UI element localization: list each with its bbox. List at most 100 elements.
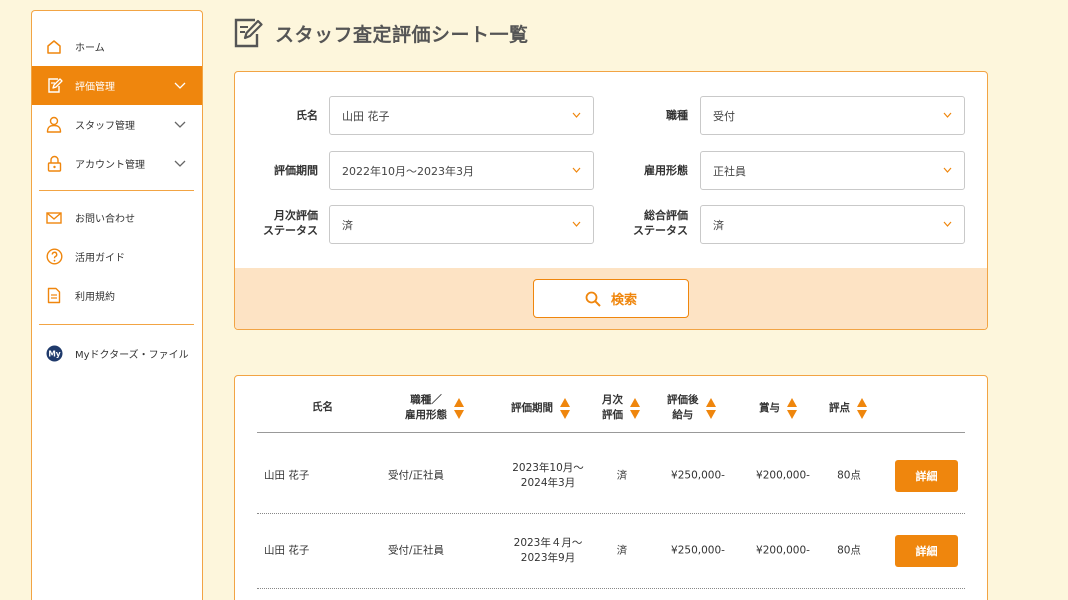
chevron-down-icon [174,82,186,89]
sort-desc-icon[interactable] [454,409,464,419]
monthly-status-select[interactable]: 済 [329,205,594,244]
th-score-label: 評点 [829,401,850,414]
sort-toggle[interactable] [560,397,570,419]
search-icon [585,291,601,307]
job-select-value: 受付 [713,109,735,123]
chevron-down-icon [943,112,952,118]
cell-period-line1: 2023年10月〜 [512,462,584,474]
th-salary: 評価後 給与 [667,393,716,423]
cell-period-line2: 2023年9月 [520,552,576,564]
overall-status-select[interactable]: 済 [700,205,965,244]
chevron-down-icon [572,112,581,118]
sidebar-item-label: 利用規約 [75,292,115,303]
th-bonus: 賞与 [759,393,797,423]
sidebar-item-terms[interactable]: 利用規約 [32,276,202,315]
name-select[interactable]: 山田 花子 [329,96,594,135]
job-label: 職種 [666,109,688,122]
cell-period: 2023年４月〜 2023年9月 [514,536,583,566]
sidebar-item-contact[interactable]: お問い合わせ [32,198,202,237]
job-select[interactable]: 受付 [700,96,965,135]
th-name-label: 氏名 [312,401,333,413]
employment-select-value: 正社員 [713,164,746,178]
th-period-label: 評価期間 [511,401,553,414]
overall-status-select-value: 済 [713,218,724,232]
th-monthly-line2: 評価 [602,409,623,421]
detail-button[interactable]: 詳細 [895,460,958,492]
cell-bonus: ¥200,000- [756,544,810,557]
cell-period-line2: 2024年3月 [520,477,576,489]
sidebar-item-my-doctors-file[interactable]: My Myドクターズ・ファイル [32,334,202,373]
mail-icon [45,209,63,227]
results-panel: 氏名 職種／ 雇用形態 評価期間 月次 評価 評価後 給与 賞与 評点 山田 花… [234,375,988,600]
edit-icon [45,77,63,95]
table-row: 山田 花子 受付/正社員 2023年10月〜 2024年3月 済 ¥250,00… [257,439,965,514]
chevron-down-icon [943,167,952,173]
period-select[interactable]: 2022年10月〜2023年3月 [329,151,594,190]
sort-asc-icon[interactable] [705,397,716,407]
sort-desc-icon[interactable] [630,409,640,419]
sidebar-item-account[interactable]: アカウント管理 [32,144,202,183]
page-header: スタッフ査定評価シート一覧 [233,17,529,49]
th-bonus-label: 賞与 [759,401,780,414]
sort-desc-icon[interactable] [787,409,797,419]
chevron-down-icon [943,221,952,227]
detail-button[interactable]: 詳細 [895,535,958,567]
sidebar-item-guide[interactable]: 活用ガイド [32,237,202,276]
th-monthly-line1: 月次 [602,394,623,406]
sort-desc-icon[interactable] [705,409,716,419]
cell-job: 受付/正社員 [387,544,445,557]
cell-salary: ¥250,000- [671,469,725,482]
sort-asc-icon[interactable] [560,397,570,407]
sort-toggle[interactable] [630,397,640,419]
monthly-status-label: 月次評価 ステータス [248,208,318,238]
cell-score: 80点 [837,469,861,482]
monthly-status-label-line2: ステータス [263,224,318,237]
sidebar-item-staff[interactable]: スタッフ管理 [32,105,202,144]
sort-toggle[interactable] [705,397,716,419]
sort-asc-icon[interactable] [857,397,867,407]
cell-job: 受付/正社員 [387,469,445,482]
th-job-line1: 職種／ [410,394,442,406]
overall-status-label: 総合評価 ステータス [618,208,688,238]
period-select-value: 2022年10月〜2023年3月 [342,164,474,178]
cell-score: 80点 [837,544,861,557]
sort-toggle[interactable] [787,397,797,419]
th-period: 評価期間 [511,393,570,423]
monthly-status-select-value: 済 [342,218,353,232]
sidebar-item-label: スタッフ管理 [75,121,135,132]
th-job: 職種／ 雇用形態 [405,393,464,423]
employment-select[interactable]: 正社員 [700,151,965,190]
search-button-label: 検索 [610,293,637,308]
page-title: スタッフ査定評価シート一覧 [275,23,529,46]
sort-toggle[interactable] [857,397,867,419]
th-name: 氏名 [312,400,333,415]
cell-name: 山田 花子 [264,544,310,557]
sidebar-item-evaluation[interactable]: 評価管理 [32,66,202,105]
sort-asc-icon[interactable] [454,397,464,407]
chevron-down-icon [572,167,581,173]
sort-desc-icon[interactable] [857,409,867,419]
sidebar-divider [39,324,194,325]
sidebar-item-label: お問い合わせ [75,214,135,225]
question-icon [45,248,63,266]
sort-asc-icon[interactable] [787,397,797,407]
th-monthly-label: 月次 評価 [602,393,623,423]
sidebar-item-label: Myドクターズ・ファイル [75,350,189,361]
cell-bonus: ¥200,000- [756,469,810,482]
overall-status-label-line1: 総合評価 [644,209,688,222]
sidebar-item-home[interactable]: ホーム [32,27,202,66]
period-label: 評価期間 [274,164,318,177]
search-band: 検索 [235,268,987,329]
search-button[interactable]: 検索 [533,279,689,318]
cell-period: 2023年10月〜 2024年3月 [512,461,584,491]
sort-asc-icon[interactable] [630,397,640,407]
monthly-status-label-line1: 月次評価 [274,209,318,222]
th-salary-line2: 給与 [672,409,694,421]
th-salary-line1: 評価後 [667,394,699,406]
th-job-line2: 雇用形態 [405,409,447,421]
sort-toggle[interactable] [454,397,464,419]
sidebar-item-label: ホーム [75,43,105,54]
chevron-down-icon [174,160,186,167]
sort-desc-icon[interactable] [560,409,570,419]
table-row: 山田 花子 受付/正社員 2023年４月〜 2023年9月 済 ¥250,000… [257,514,965,589]
